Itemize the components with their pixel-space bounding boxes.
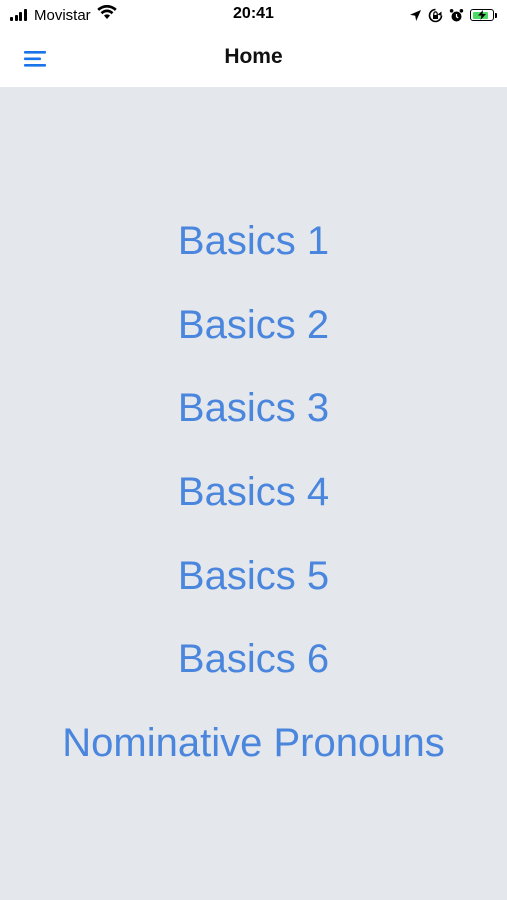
screen-lock-icon <box>428 8 443 23</box>
status-bar-right <box>403 6 497 24</box>
battery-charging-icon <box>470 9 497 21</box>
lesson-item-basics-2[interactable]: Basics 2 <box>0 284 507 368</box>
alarm-icon <box>449 8 464 23</box>
lesson-item-nominative-pronouns[interactable]: Nominative Pronouns <box>0 702 507 786</box>
location-arrow-icon <box>409 9 422 22</box>
lesson-item-basics-6[interactable]: Basics 6 <box>0 618 507 702</box>
lesson-list: Basics 1 Basics 2 Basics 3 Basics 4 Basi… <box>0 200 507 785</box>
page-title: Home <box>224 45 283 68</box>
lesson-item-basics-5[interactable]: Basics 5 <box>0 534 507 618</box>
battery-body <box>470 9 494 21</box>
status-bar: Movistar 20:41 <box>0 0 507 30</box>
nav-bar: Home <box>0 30 507 87</box>
lesson-item-basics-1[interactable]: Basics 1 <box>0 200 507 284</box>
battery-cap <box>495 12 497 18</box>
lesson-item-basics-3[interactable]: Basics 3 <box>0 367 507 451</box>
lesson-item-basics-4[interactable]: Basics 4 <box>0 451 507 535</box>
